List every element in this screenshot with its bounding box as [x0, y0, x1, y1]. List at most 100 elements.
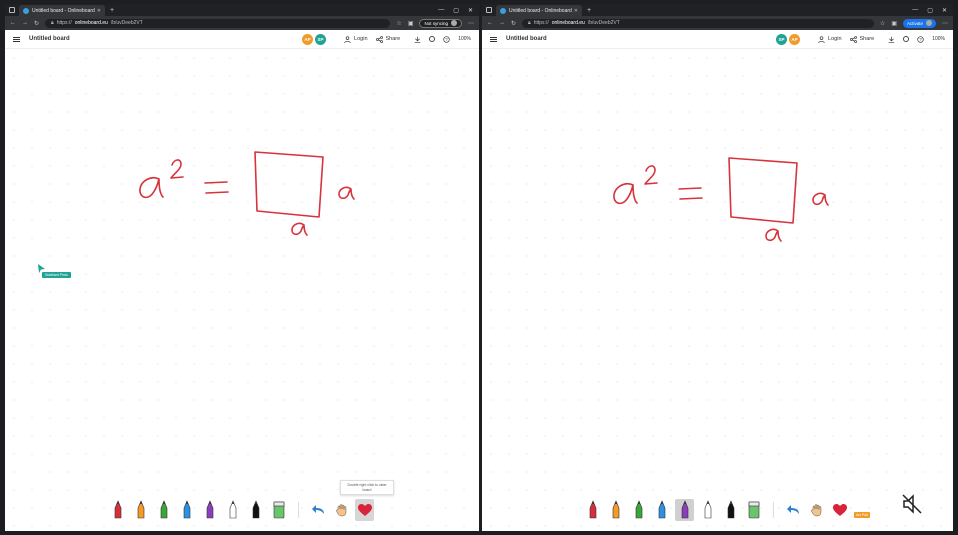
avatar[interactable]: SP [776, 33, 788, 45]
download-icon[interactable] [414, 36, 421, 43]
svg-text:?: ? [920, 36, 923, 41]
more-icon[interactable]: ⋯ [942, 20, 948, 27]
avatar[interactable]: AP [789, 33, 801, 45]
handwritten-drawing [139, 151, 355, 236]
browser-tab[interactable]: Untitled board - Onlineboard ✕ [496, 5, 582, 16]
eraser-tool[interactable] [744, 499, 763, 521]
pen-icon [704, 500, 711, 519]
url-prefix: https:// [56, 20, 72, 26]
new-tab-icon[interactable]: + [110, 7, 114, 14]
zoom-level[interactable]: 100% [458, 36, 471, 42]
pen-black[interactable] [721, 499, 740, 521]
toolbar-divider [298, 502, 299, 518]
zoom-level[interactable]: 100% [932, 36, 945, 42]
undo-button[interactable] [309, 499, 328, 521]
pen-green[interactable] [154, 499, 173, 521]
collections-icon[interactable]: ▣ [408, 20, 414, 27]
close-window-icon[interactable]: ✕ [468, 7, 473, 14]
profile-sync-button[interactable]: Not syncing [419, 18, 462, 28]
minimize-icon[interactable]: — [912, 7, 918, 14]
favorites-icon[interactable]: ☆ [880, 20, 885, 27]
address-bar: ← → ↻ 🔒︎ https://onlineboard.eu/b/uvDeeb… [482, 16, 953, 30]
whiteboard-canvas[interactable]: Ani Pali [482, 49, 953, 531]
reaction-tool[interactable] [355, 499, 374, 521]
pen-blue[interactable] [177, 499, 196, 521]
pen-white[interactable] [223, 499, 242, 521]
refresh-icon[interactable]: ↻ [511, 20, 516, 27]
maximize-icon[interactable]: ▢ [453, 7, 459, 14]
profile-activate-button[interactable]: Activate [902, 18, 936, 28]
window-menu-icon[interactable] [486, 7, 492, 13]
browser-tab[interactable]: Untitled board - Onlineboard ✕ [19, 5, 105, 16]
forward-icon[interactable]: → [499, 20, 505, 26]
menu-icon[interactable] [13, 36, 20, 42]
pen-white[interactable] [698, 499, 717, 521]
more-icon[interactable]: ⋯ [468, 20, 474, 27]
reaction-tool[interactable] [830, 499, 849, 521]
tab-close-icon[interactable]: ✕ [97, 8, 101, 14]
tab-bar: Untitled board - Onlineboard ✕ + — ▢ ✕ [482, 4, 953, 16]
hand-icon [810, 504, 821, 517]
collections-icon[interactable]: ▣ [891, 20, 897, 27]
download-icon[interactable] [888, 36, 895, 43]
forward-icon[interactable]: → [22, 20, 28, 26]
pen-red[interactable] [583, 499, 602, 521]
pen-orange[interactable] [606, 499, 625, 521]
share-icon [849, 35, 857, 43]
toolbar-divider [773, 502, 774, 518]
undo-button[interactable] [784, 499, 803, 521]
settings-icon[interactable] [903, 36, 910, 42]
desktop: Untitled board - Onlineboard ✕ + — ▢ ✕ ←… [0, 0, 958, 535]
pen-black[interactable] [246, 499, 265, 521]
handwritten-drawing [613, 157, 829, 242]
url-field[interactable]: 🔒︎ https://onlineboard.eu/b/uvDeeb2VT [45, 18, 391, 28]
back-icon[interactable]: ← [10, 20, 16, 26]
help-icon[interactable]: ? [917, 35, 924, 43]
maximize-icon[interactable]: ▢ [927, 7, 933, 14]
minimize-icon[interactable]: — [438, 7, 444, 14]
pen-icon [612, 500, 619, 519]
pen-green[interactable] [629, 499, 648, 521]
pen-icon [635, 500, 642, 519]
pen-icon [137, 500, 144, 519]
avatar[interactable]: AP [302, 33, 314, 45]
board-title[interactable]: Untitled board [506, 36, 547, 42]
share-button[interactable]: Share [375, 35, 401, 43]
pen-purple[interactable] [675, 499, 694, 521]
settings-icon[interactable] [429, 36, 436, 42]
heart-icon [357, 503, 372, 516]
tab-title: Untitled board - Onlineboard [32, 7, 95, 14]
share-label: Share [385, 36, 401, 42]
tab-close-icon[interactable]: ✕ [574, 8, 578, 14]
close-window-icon[interactable]: ✕ [942, 7, 947, 14]
favorites-icon[interactable]: ☆ [396, 20, 401, 27]
eraser-icon [748, 501, 759, 519]
eraser-tool[interactable] [269, 499, 288, 521]
pen-red[interactable] [108, 499, 127, 521]
pan-tool[interactable] [807, 499, 826, 521]
avatar[interactable]: SP [315, 33, 327, 45]
help-icon[interactable]: ? [443, 35, 450, 43]
pen-blue[interactable] [652, 499, 671, 521]
share-button[interactable]: Share [849, 35, 875, 43]
pen-purple[interactable] [200, 499, 219, 521]
menu-icon[interactable] [490, 36, 497, 42]
new-tab-icon[interactable]: + [587, 7, 591, 14]
browser-window-right: Untitled board - Onlineboard ✕ + — ▢ ✕ ←… [482, 4, 953, 531]
login-button[interactable]: Login [818, 35, 842, 43]
url-field[interactable]: 🔒︎ https://onlineboard.eu/b/uvDeeb2VT [522, 18, 874, 28]
board-title[interactable]: Untitled board [29, 36, 70, 42]
lock-icon: 🔒︎ [528, 20, 531, 26]
mute-icon[interactable] [901, 493, 923, 515]
pen-icon [160, 500, 167, 519]
window-menu-icon[interactable] [9, 7, 15, 13]
refresh-icon[interactable]: ↻ [34, 20, 39, 27]
pan-tool[interactable] [332, 499, 351, 521]
share-label: Share [859, 36, 875, 42]
pen-orange[interactable] [131, 499, 150, 521]
whiteboard-canvas[interactable]: Siddhant Pinto Double right click to cle… [5, 49, 479, 531]
login-button[interactable]: Login [344, 35, 368, 43]
login-label: Login [354, 36, 368, 42]
back-icon[interactable]: ← [487, 20, 493, 26]
pen-icon [206, 500, 213, 519]
